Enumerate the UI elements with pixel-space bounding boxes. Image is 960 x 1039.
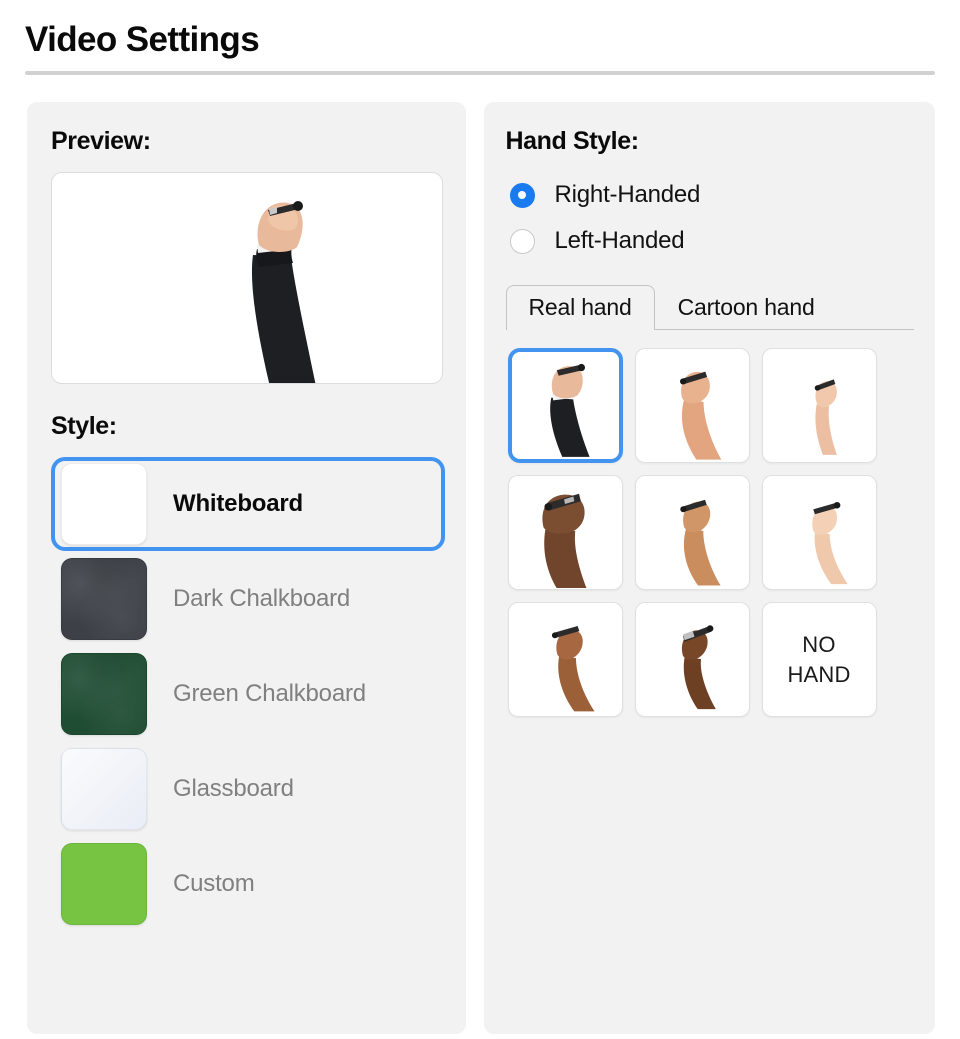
radio-option-left-handed[interactable]: Left-Handed: [509, 218, 914, 264]
tab-cartoon-hand[interactable]: Cartoon hand: [655, 285, 838, 330]
hand-illustration: [542, 493, 587, 588]
hand-thumbnail-dark-sleeve[interactable]: [507, 348, 623, 463]
hand-thumbnail-slim-light[interactable]: [761, 348, 877, 463]
hand-illustration: [680, 499, 721, 586]
hand-illustration: [680, 371, 722, 460]
chalk-texture-overlay: [62, 654, 146, 734]
preview-hand-illustration: [251, 201, 316, 383]
page-header: Video Settings: [0, 0, 960, 75]
hand-style-panel: Hand Style: Right-Handed Left-Handed Rea…: [483, 102, 935, 1034]
style-swatch-whiteboard: [61, 463, 147, 545]
hand-illustration: [551, 626, 595, 712]
preview-and-style-panel: Preview: Style: Whiteboard Dark Chalkboa…: [27, 102, 466, 1034]
page-title: Video Settings: [25, 20, 260, 59]
no-hand-label: NO HAND: [787, 631, 851, 687]
radio-label: Left-Handed: [554, 227, 685, 254]
hand-thumbnail-brown-slim[interactable]: [507, 602, 623, 717]
chalk-texture-overlay: [62, 559, 146, 639]
preview-canvas: [51, 172, 443, 384]
hand-thumbnail-dark-skin-close[interactable]: [507, 475, 623, 590]
style-swatch-green-chalkboard: [61, 653, 147, 735]
hand-illustration: [550, 363, 590, 457]
style-label: Style:: [51, 412, 117, 440]
style-option-dark-chalkboard[interactable]: Dark Chalkboard: [51, 552, 445, 646]
style-swatch-custom: [61, 843, 147, 925]
style-option-custom[interactable]: Custom: [51, 837, 445, 931]
preview-label: Preview:: [51, 127, 151, 155]
style-option-glassboard[interactable]: Glassboard: [51, 742, 445, 836]
radio-label: Right-Handed: [554, 181, 701, 208]
style-option-label: Glassboard: [173, 775, 294, 802]
hand-thumbnail-pale-slim[interactable]: [761, 475, 877, 590]
hand-illustration: [812, 501, 848, 585]
settings-panels: Preview: Style: Whiteboard Dark Chalkboa…: [0, 75, 960, 1034]
style-option-label: Green Chalkboard: [173, 680, 366, 707]
style-option-whiteboard[interactable]: Whiteboard: [51, 457, 445, 551]
style-option-label: Custom: [173, 870, 255, 897]
hand-thumbnail-medium-tan[interactable]: [634, 475, 750, 590]
style-swatch-glassboard: [61, 748, 147, 830]
hand-thumbnail-grid: NO HAND: [507, 348, 914, 717]
hand-thumbnail-dark-brown-watch[interactable]: [634, 602, 750, 717]
hand-style-label: Hand Style:: [505, 127, 640, 155]
style-option-list: Whiteboard Dark Chalkboard Green Chalkbo…: [51, 457, 445, 931]
radio-icon-selected[interactable]: [509, 182, 535, 208]
hand-type-tabs: Real hand Cartoon hand: [505, 284, 915, 331]
hand-illustration: [681, 625, 716, 710]
style-option-green-chalkboard[interactable]: Green Chalkboard: [51, 647, 445, 741]
hand-thumbnail-no-hand[interactable]: NO HAND: [761, 602, 877, 717]
tab-real-hand[interactable]: Real hand: [505, 285, 655, 331]
radio-option-right-handed[interactable]: Right-Handed: [509, 172, 914, 218]
hand-illustration: [814, 379, 837, 455]
hand-thumbnail-light-forearm[interactable]: [634, 348, 750, 463]
style-option-label: Dark Chalkboard: [173, 585, 351, 612]
radio-icon-unselected[interactable]: [509, 228, 535, 254]
style-option-label: Whiteboard: [173, 490, 303, 517]
style-swatch-dark-chalkboard: [61, 558, 147, 640]
